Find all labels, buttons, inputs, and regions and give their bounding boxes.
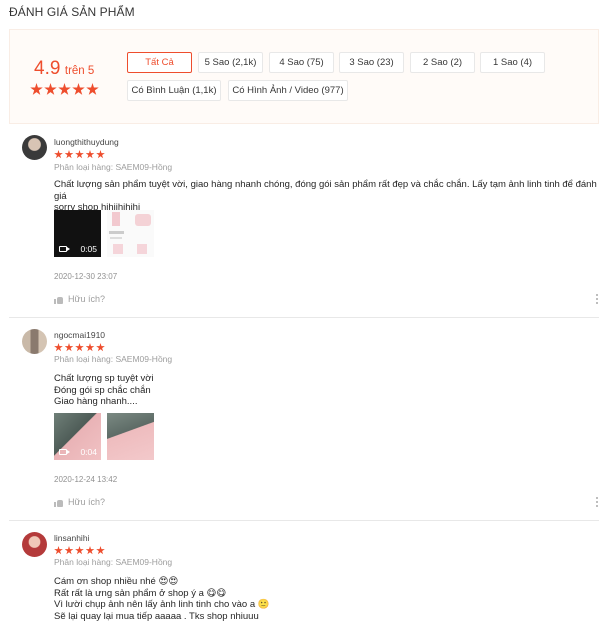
helpful-button[interactable]: Hữu ích? <box>54 497 105 507</box>
filter-3-star-button[interactable]: 3 Sao (23) <box>339 52 404 73</box>
review-stars <box>54 343 105 352</box>
star-icon <box>75 150 84 159</box>
review-line: Chất lượng sản phẩm tuyệt vời, giao hàng… <box>54 179 597 202</box>
review-line: Đóng gói sp chắc chắn <box>54 384 151 396</box>
more-options-icon[interactable] <box>595 294 599 304</box>
star-icon <box>85 150 95 159</box>
review-content: Chất lượng sp tuyệt vời Đóng gói sp chắc… <box>54 373 599 408</box>
filter-2-star-button[interactable]: 2 Sao (2) <box>410 52 475 73</box>
review-variant: Phân loại hàng: SAEM09-Hồng <box>54 557 173 567</box>
review-item: ngocmai1910 Phân loại hàng: SAEM09-Hồng … <box>9 318 599 521</box>
review-variant: Phân loại hàng: SAEM09-Hồng <box>54 354 173 364</box>
filter-5-star-button[interactable]: 5 Sao (2,1k) <box>198 52 263 73</box>
rating-score: 4.9 trên 5 <box>34 58 94 80</box>
review-photo-thumbnail[interactable] <box>107 210 154 257</box>
review-stars <box>54 546 105 555</box>
review-time: 2020-12-30 23:07 <box>54 272 118 281</box>
filter-with-comment-button[interactable]: Có Bình Luận (1,1k) <box>127 80 221 101</box>
review-line: Giao hàng nhanh.... <box>54 396 138 407</box>
thumbs-up-icon <box>54 295 63 304</box>
review-video-thumbnail[interactable]: 0:04 <box>54 413 101 460</box>
star-icon <box>44 83 57 95</box>
review-media: 0:05 <box>54 210 154 257</box>
filter-4-star-button[interactable]: 4 Sao (75) <box>269 52 334 73</box>
rating-out-of: trên 5 <box>64 65 95 77</box>
review-username: luongthithuydung <box>54 137 119 147</box>
star-icon <box>30 83 43 95</box>
rating-stars <box>30 83 99 96</box>
filter-with-media-button[interactable]: Có Hình Ảnh / Video (977) <box>228 80 348 101</box>
filter-1-star-button[interactable]: 1 Sao (4) <box>480 52 545 73</box>
filter-all-button[interactable]: Tất Cả <box>127 52 192 73</box>
star-icon <box>86 83 99 95</box>
review-username: linsanhihi <box>54 533 90 543</box>
rating-score-value: 4.9 <box>34 58 61 79</box>
star-icon <box>54 546 63 555</box>
review-time: 2020-12-24 13:42 <box>54 475 118 484</box>
review-username: ngocmai1910 <box>54 330 106 340</box>
review-line: Rất rất là ưng sản phẩm ở shop ý a 😋😋 <box>54 587 227 599</box>
star-icon <box>54 150 63 159</box>
review-content: Chất lượng sản phẩm tuyệt vời, giao hàng… <box>54 179 599 214</box>
avatar[interactable] <box>22 532 47 557</box>
review-photo-thumbnail[interactable] <box>107 413 154 460</box>
star-icon <box>64 150 74 159</box>
review-video-thumbnail[interactable]: 0:05 <box>54 210 101 257</box>
star-icon <box>96 150 105 159</box>
star-icon <box>75 546 84 555</box>
star-icon <box>72 83 85 95</box>
video-camera-icon <box>59 449 70 455</box>
star-icon <box>85 343 95 352</box>
review-content: Cám ơn shop nhiều nhé 😍😍 Rất rất là ưng … <box>54 576 599 622</box>
review-item: luongthithuydung Phân loại hàng: SAEM09-… <box>9 124 599 318</box>
thumbs-up-icon <box>54 498 63 507</box>
avatar[interactable] <box>22 329 47 354</box>
helpful-label: Hữu ích? <box>68 294 106 304</box>
avatar[interactable] <box>22 135 47 160</box>
star-icon <box>64 546 74 555</box>
star-icon <box>64 343 74 352</box>
review-line: Cám ơn shop nhiều nhé 😍😍 <box>54 576 179 587</box>
star-icon <box>58 83 71 95</box>
rating-overview: 4.9 trên 5 Tất Cả 5 Sao (2,1k) 4 Sao (75… <box>9 29 599 124</box>
review-line: Vì lười chụp ảnh nên lấy ảnh linh tinh c… <box>54 599 270 610</box>
star-icon <box>75 343 84 352</box>
helpful-button[interactable]: Hữu ích? <box>54 294 105 304</box>
video-duration: 0:05 <box>80 244 97 254</box>
review-stars <box>54 150 105 159</box>
review-media: 0:04 <box>54 413 154 460</box>
star-icon <box>96 343 105 352</box>
section-title: ĐÁNH GIÁ SẢN PHẨM <box>9 5 135 19</box>
video-duration: 0:04 <box>80 447 97 457</box>
review-line: Sẽ lại quay lại mua tiếp aaaaa . Tks sho… <box>54 610 259 622</box>
star-icon <box>54 343 63 352</box>
star-icon <box>85 546 95 555</box>
review-item: linsanhihi Phân loại hàng: SAEM09-Hồng C… <box>9 521 599 622</box>
review-variant: Phân loại hàng: SAEM09-Hồng <box>54 162 173 172</box>
helpful-label: Hữu ích? <box>68 497 106 507</box>
review-line: Chất lượng sp tuyệt vời <box>54 373 154 384</box>
video-camera-icon <box>59 246 70 252</box>
star-icon <box>96 546 105 555</box>
more-options-icon[interactable] <box>595 497 599 507</box>
